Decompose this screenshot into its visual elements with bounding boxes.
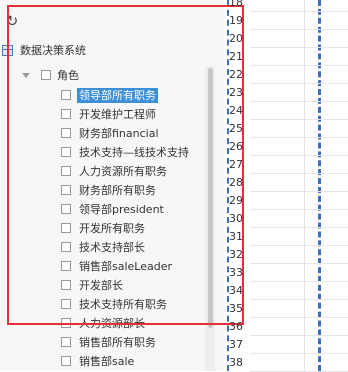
column-divider bbox=[304, 0, 305, 371]
grid-line bbox=[250, 29, 348, 30]
tree-item-label: 开发部长 bbox=[79, 278, 123, 292]
tree-item[interactable]: 销售部sale bbox=[61, 353, 136, 369]
row-number[interactable]: 38 bbox=[229, 354, 250, 372]
tree-item[interactable]: 领导部所有职务 bbox=[61, 87, 158, 103]
tree-item-label: 财务部所有职务 bbox=[79, 183, 156, 197]
tree-item[interactable]: 技术支持—线技术支持 bbox=[61, 144, 191, 160]
tree-item-checkbox[interactable] bbox=[61, 185, 71, 195]
tree-item[interactable]: 销售部所有职务 bbox=[61, 334, 158, 350]
tree-item[interactable]: 人力资源所有职务 bbox=[61, 163, 169, 179]
grid-line bbox=[250, 317, 348, 318]
row-number[interactable]: 29 bbox=[229, 192, 250, 210]
tree-item-checkbox[interactable] bbox=[61, 128, 71, 138]
tree-item[interactable]: 开发维护工程师 bbox=[61, 106, 158, 122]
tree-item-label: 销售部sale bbox=[79, 354, 135, 368]
grid-line bbox=[250, 245, 348, 246]
grid-line bbox=[250, 65, 348, 66]
tree-item-label: 技术支持部长 bbox=[79, 240, 145, 254]
row-number[interactable]: 21 bbox=[229, 48, 250, 66]
tree-item-checkbox[interactable] bbox=[61, 223, 71, 233]
tree-item-label: 销售部saleLeader bbox=[79, 259, 173, 273]
tree-item-label: 开发维护工程师 bbox=[79, 107, 156, 121]
tree-item-checkbox[interactable] bbox=[61, 90, 71, 100]
scrollbar-thumb[interactable] bbox=[208, 68, 213, 328]
row-number[interactable]: 35 bbox=[229, 300, 250, 318]
grid-line bbox=[250, 353, 348, 354]
row-number[interactable]: 31 bbox=[229, 228, 250, 246]
refresh-icon[interactable]: ↻ bbox=[4, 13, 20, 29]
row-number[interactable]: 36 bbox=[229, 318, 250, 336]
row-number[interactable]: 25 bbox=[229, 120, 250, 138]
grid-line bbox=[250, 137, 348, 138]
tree-item[interactable]: 人力资源部长 bbox=[61, 315, 147, 331]
row-number[interactable]: 26 bbox=[229, 138, 250, 156]
grid-line bbox=[250, 191, 348, 192]
row-number[interactable]: 18 bbox=[229, 0, 250, 12]
row-number[interactable]: 19 bbox=[229, 12, 250, 30]
grid-line bbox=[250, 155, 348, 156]
row-number[interactable]: 28 bbox=[229, 174, 250, 192]
grid-line bbox=[250, 281, 348, 282]
tree-item-label: 技术支持所有职务 bbox=[79, 297, 167, 311]
tree-item-checkbox[interactable] bbox=[61, 280, 71, 290]
tree-item-checkbox[interactable] bbox=[61, 109, 71, 119]
grid-line bbox=[250, 47, 348, 48]
tree-item[interactable]: 技术支持所有职务 bbox=[61, 296, 169, 312]
tree-item-label: 领导部president bbox=[79, 202, 164, 216]
tree-root-label: 数据决策系统 bbox=[20, 44, 86, 57]
grid-line bbox=[250, 299, 348, 300]
row-number[interactable]: 20 bbox=[229, 30, 250, 48]
grid-line bbox=[250, 101, 348, 102]
tree-item-checkbox[interactable] bbox=[61, 166, 71, 176]
database-icon bbox=[2, 44, 13, 56]
tree-item-label: 销售部所有职务 bbox=[79, 335, 156, 349]
tree-item[interactable]: 销售部saleLeader bbox=[61, 258, 174, 274]
grid-line bbox=[250, 119, 348, 120]
tree-panel: ↻ 数据决策系统 角色 领导部所有职务 开发维护工程师 财务部financial 技术… bbox=[0, 0, 224, 371]
tree-item-checkbox[interactable] bbox=[61, 337, 71, 347]
row-number[interactable]: 23 bbox=[229, 84, 250, 102]
tree-item-label: 人力资源部长 bbox=[79, 316, 145, 330]
row-number[interactable]: 32 bbox=[229, 246, 250, 264]
page-break-line bbox=[318, 0, 321, 371]
caret-down-icon[interactable] bbox=[22, 72, 30, 78]
grid-line bbox=[250, 335, 348, 336]
tree-item-checkbox[interactable] bbox=[61, 204, 71, 214]
tree-node-role-label: 角色 bbox=[57, 69, 79, 82]
tree-item-checkbox[interactable] bbox=[61, 318, 71, 328]
tree-item-checkbox[interactable] bbox=[61, 356, 71, 366]
grid-line bbox=[250, 83, 348, 84]
grid-line bbox=[250, 263, 348, 264]
row-number[interactable]: 34 bbox=[229, 282, 250, 300]
tree-item[interactable]: 开发所有职务 bbox=[61, 220, 147, 236]
tree-item-checkbox[interactable] bbox=[61, 242, 71, 252]
tree-node-role[interactable]: 角色 bbox=[22, 67, 79, 83]
tree-item-label: 人力资源所有职务 bbox=[79, 164, 167, 178]
tree-item[interactable]: 开发部长 bbox=[61, 277, 125, 293]
tree-item-label: 领导部所有职务 bbox=[77, 87, 158, 103]
row-number[interactable]: 37 bbox=[229, 336, 250, 354]
grid-line bbox=[250, 11, 348, 12]
tree-item[interactable]: 技术支持部长 bbox=[61, 239, 147, 255]
row-number[interactable]: 22 bbox=[229, 66, 250, 84]
tree-item[interactable]: 财务部financial bbox=[61, 125, 161, 141]
grid-line bbox=[250, 173, 348, 174]
row-number[interactable]: 27 bbox=[229, 156, 250, 174]
tree-item-checkbox[interactable] bbox=[61, 261, 71, 271]
row-number[interactable]: 33 bbox=[229, 264, 250, 282]
row-number[interactable]: 24 bbox=[229, 102, 250, 120]
tree-item[interactable]: 财务部所有职务 bbox=[61, 182, 158, 198]
tree-root[interactable]: 数据决策系统 bbox=[2, 42, 86, 58]
tree-item[interactable]: 领导部president bbox=[61, 201, 166, 217]
grid-line bbox=[250, 209, 348, 210]
row-number[interactable]: 30 bbox=[229, 210, 250, 228]
tree-item-checkbox[interactable] bbox=[61, 299, 71, 309]
role-checkbox[interactable] bbox=[41, 70, 51, 80]
tree-item-label: 开发所有职务 bbox=[79, 221, 145, 235]
grid-line bbox=[250, 227, 348, 228]
tree-item-label: 财务部financial bbox=[79, 126, 159, 140]
tree-item-label: 技术支持—线技术支持 bbox=[79, 145, 189, 159]
tree-item-checkbox[interactable] bbox=[61, 147, 71, 157]
